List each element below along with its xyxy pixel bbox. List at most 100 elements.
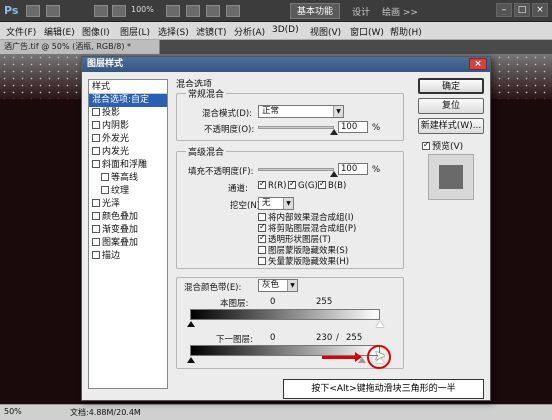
fill-opacity-slider[interactable] — [258, 168, 334, 171]
status-zoom[interactable]: 50% — [4, 407, 22, 416]
style-list-item[interactable]: 光泽 — [89, 198, 167, 211]
style-list-item-label: 投影 — [102, 108, 121, 118]
checkbox-box[interactable] — [92, 238, 100, 246]
new-style-button[interactable]: 新建样式(W)... — [418, 118, 484, 134]
option-vector-mask-hides[interactable]: 矢量蒙版隐藏效果(H) — [258, 255, 349, 267]
preview-label: 预览(V) — [432, 142, 464, 152]
hand-tool-icon[interactable] — [166, 5, 180, 17]
channel-r-checkbox[interactable]: R(R) — [258, 179, 286, 191]
opacity-slider[interactable] — [258, 126, 334, 129]
option-label: 矢量蒙版隐藏效果(H) — [268, 257, 350, 267]
checkbox-box[interactable] — [258, 213, 266, 221]
style-list-item[interactable]: 投影 — [89, 107, 167, 120]
checkbox-box[interactable] — [101, 186, 109, 194]
dialog-close-button[interactable]: × — [469, 58, 487, 70]
style-list-item-label: 图案叠加 — [102, 238, 139, 248]
style-list-item[interactable]: 渐变叠加 — [89, 224, 167, 237]
style-list-item-label: 斜面和浮雕 — [102, 160, 148, 170]
photoshop-logo: Ps — [4, 4, 19, 17]
close-app-button[interactable]: × — [532, 3, 548, 17]
underlying-separator: / — [336, 333, 339, 343]
checkbox-box[interactable] — [92, 199, 100, 207]
document-tab[interactable]: 酒广告.tif @ 50% (酒瓶, RGB/8) * — [0, 40, 160, 54]
dialog-title: 图层样式 — [87, 59, 124, 69]
arrange-documents-icon[interactable] — [206, 5, 220, 17]
style-preview-swatch — [439, 165, 463, 189]
menu-image[interactable]: 图像(I) — [82, 25, 110, 38]
menu-file[interactable]: 文件(F) — [6, 25, 36, 38]
knockout-select[interactable]: 无 ▼ — [258, 197, 294, 210]
blend-mode-select[interactable]: 正常 ▼ — [258, 105, 344, 118]
minimize-button[interactable]: – — [496, 3, 512, 17]
style-list-item-label: 外发光 — [102, 134, 130, 144]
channel-g-checkbox[interactable]: G(G) — [288, 179, 318, 191]
this-layer-high-value: 255 — [316, 297, 333, 307]
view-extras-icon[interactable] — [94, 5, 108, 17]
checkbox-box[interactable] — [92, 225, 100, 233]
checkbox-box[interactable] — [318, 179, 326, 189]
workspace-painting-button[interactable]: 绘画 >> — [382, 5, 418, 18]
checkbox-box[interactable] — [258, 233, 266, 243]
zoom-tool-icon[interactable] — [112, 5, 126, 17]
reset-button[interactable]: 复位 — [418, 98, 484, 114]
checkbox-box[interactable] — [258, 246, 266, 254]
checkbox-box[interactable] — [92, 121, 100, 129]
channel-b-checkbox[interactable]: B(B) — [318, 179, 346, 191]
opacity-percent: % — [372, 123, 381, 133]
ok-button[interactable]: 确定 — [418, 78, 484, 94]
underlying-black-slider[interactable] — [187, 357, 195, 363]
checkbox-box[interactable] — [92, 108, 100, 116]
menu-view[interactable]: 视图(V) — [310, 25, 341, 38]
bridge-icon[interactable] — [26, 5, 40, 17]
menu-help[interactable]: 帮助(H) — [390, 25, 422, 38]
checkbox-box[interactable] — [258, 222, 266, 232]
blend-mode-label: 混合模式(D): — [202, 109, 253, 119]
menu-edit[interactable]: 编辑(E) — [44, 25, 75, 38]
checkbox-box[interactable] — [288, 179, 296, 189]
checkbox-box[interactable] — [258, 257, 266, 265]
opacity-slider-handle[interactable] — [330, 129, 338, 135]
checkbox-box[interactable] — [92, 134, 100, 142]
menu-window[interactable]: 窗口(W) — [350, 25, 384, 38]
dialog-title-bar[interactable]: 图层样式 × — [82, 57, 490, 72]
preview-checkbox[interactable]: 预览(V) — [422, 139, 463, 152]
menu-3d[interactable]: 3D(D) — [272, 25, 299, 35]
style-list-item[interactable]: 等高线 — [89, 172, 167, 185]
blend-if-select[interactable]: 灰色 ▼ — [258, 279, 298, 292]
checkbox-box[interactable] — [422, 140, 430, 150]
zoom-level[interactable]: 100% — [131, 5, 154, 14]
style-list-item[interactable]: 外发光 — [89, 133, 167, 146]
fill-opacity-input[interactable]: 100 — [338, 163, 368, 175]
checkbox-box[interactable] — [92, 147, 100, 155]
rotate-view-icon[interactable] — [186, 5, 200, 17]
style-list-item[interactable]: 颜色叠加 — [89, 211, 167, 224]
checkbox-box[interactable] — [92, 160, 100, 168]
menu-layer[interactable]: 图层(L) — [120, 25, 150, 38]
this-layer-low-value: 0 — [270, 297, 276, 307]
style-list-item[interactable]: 纹理 — [89, 185, 167, 198]
fill-opacity-slider-handle[interactable] — [330, 171, 338, 177]
checkbox-box[interactable] — [101, 173, 109, 181]
styles-header[interactable]: 样式 — [89, 80, 167, 94]
checkbox-box[interactable] — [92, 251, 100, 259]
menu-filter[interactable]: 滤镜(T) — [196, 25, 227, 38]
menu-select[interactable]: 选择(S) — [158, 25, 189, 38]
checkbox-box[interactable] — [92, 212, 100, 220]
style-list-item[interactable]: 混合选项:自定 — [89, 94, 167, 107]
workspace-essentials-button[interactable]: 基本功能 — [290, 3, 341, 19]
style-list-item[interactable]: 斜面和浮雕 — [89, 159, 167, 172]
channels-label: 通道: — [228, 184, 248, 194]
this-layer-white-slider[interactable] — [376, 321, 384, 327]
style-list-item[interactable]: 图案叠加 — [89, 237, 167, 250]
minibridge-icon[interactable] — [46, 5, 60, 17]
screen-mode-icon[interactable] — [226, 5, 240, 17]
opacity-input[interactable]: 100 — [338, 121, 368, 133]
checkbox-box[interactable] — [258, 179, 266, 189]
workspace-design-button[interactable]: 设计 — [352, 5, 370, 18]
menu-analysis[interactable]: 分析(A) — [234, 25, 265, 38]
this-layer-black-slider[interactable] — [187, 321, 195, 327]
maximize-button[interactable]: □ — [514, 3, 530, 17]
style-list-item[interactable]: 内阴影 — [89, 120, 167, 133]
style-list-item[interactable]: 描边 — [89, 250, 167, 263]
style-list-item[interactable]: 内发光 — [89, 146, 167, 159]
